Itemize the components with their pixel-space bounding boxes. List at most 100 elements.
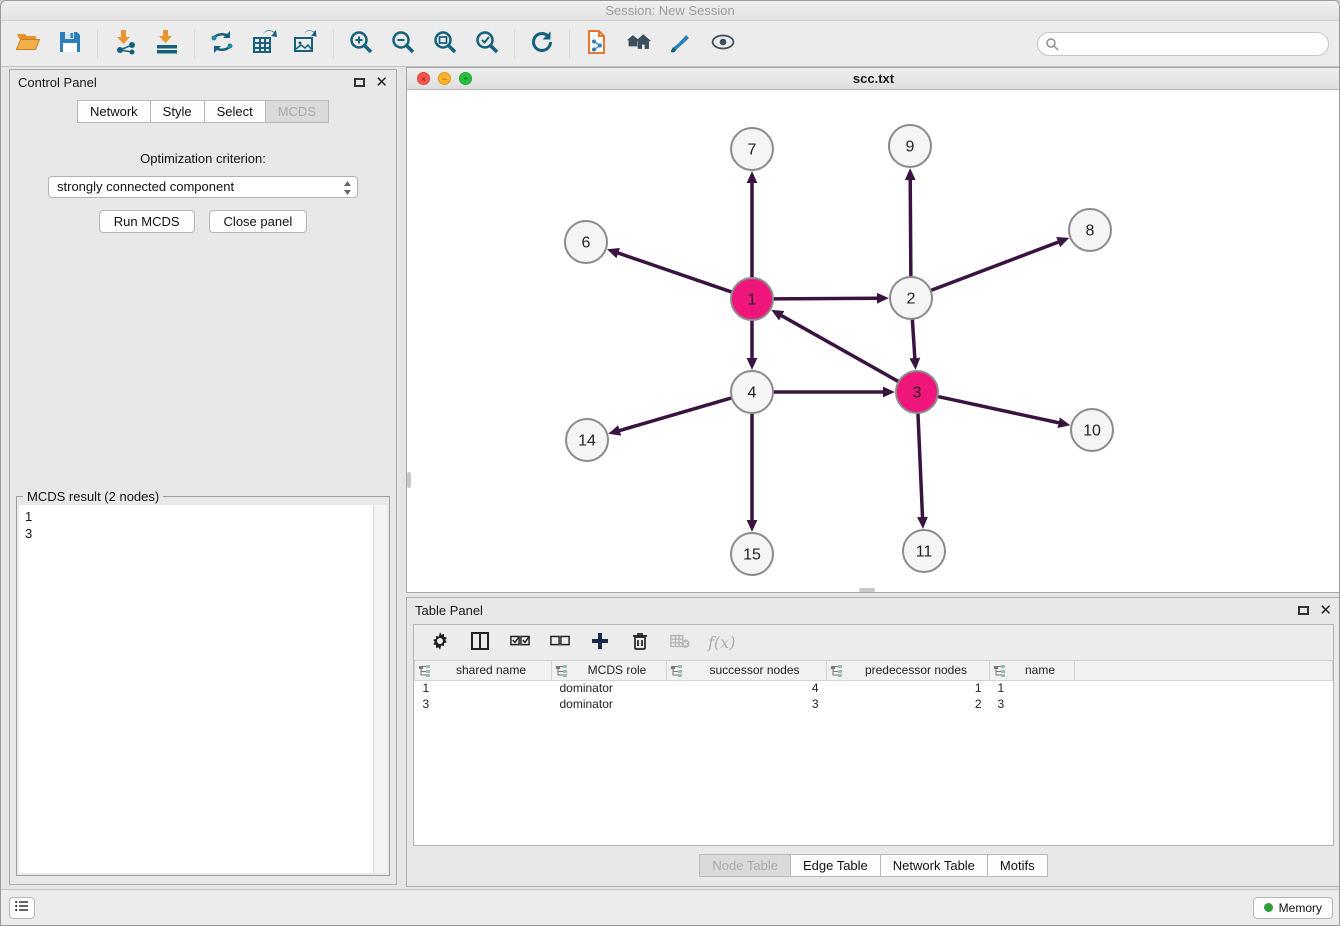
close-icon[interactable]: ✕ <box>375 75 388 90</box>
graph-node-1[interactable]: 1 <box>731 278 773 320</box>
zoom-selected-button[interactable] <box>470 27 504 61</box>
graph-node-15[interactable]: 15 <box>731 533 773 575</box>
graph-node-8[interactable]: 8 <box>1069 209 1111 251</box>
optimization-criterion-select[interactable]: strongly connected component <box>48 176 358 198</box>
search-input[interactable] <box>1037 32 1329 56</box>
zoom-out-button[interactable] <box>386 27 420 61</box>
table-panel-title: Table Panel <box>415 603 483 618</box>
graph-node-9[interactable]: 9 <box>889 125 931 167</box>
graph-edge-1-6[interactable] <box>617 253 732 292</box>
network-window: × − + scc.txt 7 9 6 8 1 2 4 3 14 10 15 11 <box>406 67 1340 593</box>
zoom-fit-button[interactable] <box>428 27 462 61</box>
graph-edge-3-11[interactable] <box>918 413 923 518</box>
tab-node-table[interactable]: Node Table <box>699 854 790 877</box>
paint-button[interactable] <box>664 27 698 61</box>
window-titlebar[interactable]: Session: New Session <box>1 1 1339 21</box>
graph-node-11[interactable]: 11 <box>903 530 945 572</box>
delete-table-button[interactable] <box>668 631 692 655</box>
import-table-button[interactable] <box>150 27 184 61</box>
table-panel-header: Table Panel ✕ <box>407 598 1340 622</box>
graph-node-2[interactable]: 2 <box>890 277 932 319</box>
column-header-successor-nodes[interactable]: successor nodes <box>667 661 827 680</box>
table-settings-button[interactable] <box>428 631 452 655</box>
maximize-window-icon[interactable]: + <box>459 72 472 85</box>
graph-node-14[interactable]: 14 <box>566 419 608 461</box>
zoom-in-icon <box>348 29 374 58</box>
table-export-button[interactable] <box>247 27 281 61</box>
image-export-button[interactable] <box>289 27 323 61</box>
tab-select[interactable]: Select <box>204 100 265 123</box>
save-session-button[interactable] <box>53 27 87 61</box>
tab-network-table[interactable]: Network Table <box>880 854 987 877</box>
zoom-in-button[interactable] <box>344 27 378 61</box>
save-icon <box>57 29 83 58</box>
graph-edge-2-9[interactable] <box>910 179 911 277</box>
network-refresh-button[interactable] <box>205 27 239 61</box>
graph-node-6[interactable]: 6 <box>565 221 607 263</box>
column-header-predecessor-nodes[interactable]: predecessor nodes <box>827 661 990 680</box>
graph-edge-2-8[interactable] <box>931 242 1060 291</box>
tab-style[interactable]: Style <box>150 100 204 123</box>
vertical-scrollbar[interactable] <box>407 472 411 488</box>
run-mcds-button[interactable]: Run MCDS <box>99 210 195 233</box>
column-layout-button[interactable] <box>468 631 492 655</box>
graph: 7 9 6 8 1 2 4 3 14 10 15 11 <box>407 90 1340 592</box>
tab-edge-table[interactable]: Edge Table <box>790 854 880 877</box>
svg-text:10: 10 <box>1083 423 1101 440</box>
svg-text:15: 15 <box>743 547 761 564</box>
network-overview-button[interactable] <box>622 27 656 61</box>
tab-network[interactable]: Network <box>77 100 150 123</box>
select-all-button[interactable] <box>508 631 532 655</box>
delete-column-button[interactable] <box>628 631 652 655</box>
status-bar: Memory <box>1 889 1340 925</box>
network-window-titlebar[interactable]: × − + scc.txt <box>407 68 1340 90</box>
search-box <box>1037 32 1329 56</box>
import-network-button[interactable] <box>108 27 142 61</box>
add-column-button[interactable] <box>588 631 612 655</box>
mcds-result-list[interactable]: 1 3 <box>19 505 373 873</box>
column-header-shared-name[interactable]: shared name <box>415 661 552 680</box>
svg-text:2: 2 <box>907 291 916 308</box>
float-window-icon[interactable] <box>1298 606 1309 615</box>
trash-icon <box>630 631 650 654</box>
horizontal-scrollbar[interactable] <box>859 588 875 592</box>
task-history-button[interactable] <box>9 897 35 919</box>
column-header-empty <box>1075 661 1333 680</box>
close-panel-button[interactable]: Close panel <box>209 210 308 233</box>
tab-motifs[interactable]: Motifs <box>987 854 1048 877</box>
tab-mcds[interactable]: MCDS <box>265 100 329 123</box>
graph-node-3[interactable]: 3 <box>896 371 938 413</box>
document-share-button[interactable] <box>580 27 614 61</box>
table-row[interactable]: 1 dominator 4 1 1 <box>415 680 1333 696</box>
graph-edge-1-2[interactable] <box>773 298 878 299</box>
table-row[interactable]: 3 dominator 3 2 3 <box>415 696 1333 712</box>
control-panel-tabbar: Network Style Select MCDS <box>10 100 396 123</box>
open-session-button[interactable] <box>11 27 45 61</box>
network-overview-icon <box>626 29 652 58</box>
column-header-name[interactable]: name <box>990 661 1075 680</box>
gear-icon <box>430 631 450 654</box>
graph-node-7[interactable]: 7 <box>731 128 773 170</box>
function-builder-button[interactable]: f(x) <box>708 631 735 655</box>
eye-button[interactable] <box>706 27 740 61</box>
app-window: Session: New Session <box>0 0 1340 926</box>
minimize-window-icon[interactable]: − <box>438 72 451 85</box>
graph-edge-2-3[interactable] <box>912 319 915 359</box>
graph-node-10[interactable]: 10 <box>1071 409 1113 451</box>
refresh-button[interactable] <box>525 27 559 61</box>
memory-label: Memory <box>1279 901 1322 915</box>
graph-edge-4-14[interactable] <box>619 398 732 431</box>
svg-text:14: 14 <box>578 433 596 450</box>
graph-node-4[interactable]: 4 <box>731 371 773 413</box>
close-window-icon[interactable]: × <box>417 72 430 85</box>
vertical-scrollbar[interactable] <box>373 505 387 873</box>
graph-edge-3-1[interactable] <box>781 315 899 381</box>
close-icon[interactable]: ✕ <box>1319 603 1332 618</box>
memory-button[interactable]: Memory <box>1253 897 1333 919</box>
network-canvas[interactable]: 7 9 6 8 1 2 4 3 14 10 15 11 <box>407 90 1340 592</box>
toolbar-separator <box>514 29 515 59</box>
float-window-icon[interactable] <box>354 78 365 87</box>
column-header-mcds-role[interactable]: MCDS role <box>552 661 667 680</box>
graph-edge-3-10[interactable] <box>938 396 1060 423</box>
deselect-all-button[interactable] <box>548 631 572 655</box>
